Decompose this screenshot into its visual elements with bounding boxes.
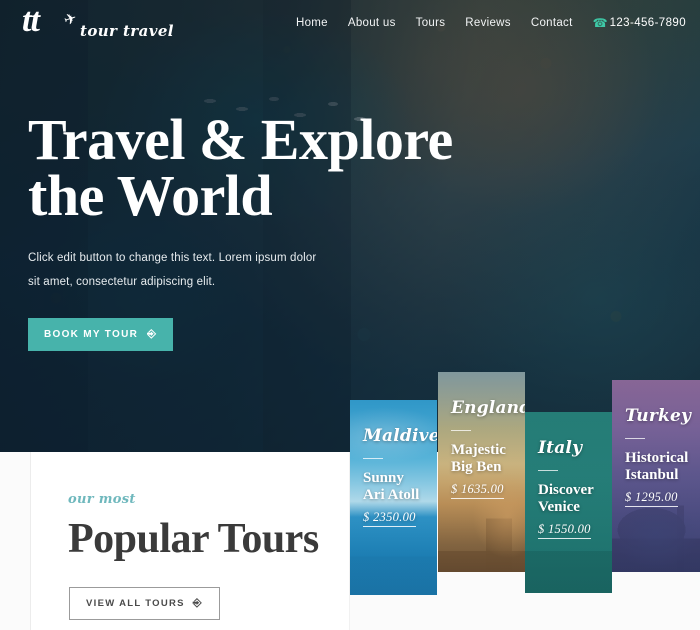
tour-card-divider (451, 430, 471, 431)
view-all-tours-label: VIEW ALL TOURS (86, 598, 185, 609)
arrow-circle-right-icon: ⎆ (147, 328, 158, 341)
hero-title: Travel & Explore the World (28, 107, 498, 228)
tour-card-name: Majestic Big Ben (451, 442, 506, 475)
phone-icon: ☎ (592, 16, 608, 30)
section-eyebrow: our most (68, 492, 136, 507)
tour-card-country: Italy (538, 438, 583, 458)
book-my-tour-button[interactable]: BOOK MY TOUR ⎆ (28, 318, 174, 352)
tour-card-turkey[interactable]: Turkey Historical Istanbul $ 1295.00 (612, 380, 700, 572)
tour-card-name: Discover Venice (538, 482, 594, 515)
tour-card-name: Sunny Ari Atoll (363, 470, 420, 503)
tour-card-divider (363, 458, 383, 459)
tour-card-italy[interactable]: Italy Discover Venice $ 1550.00 (525, 412, 612, 593)
tour-card-divider (538, 470, 558, 471)
nav-item-reviews[interactable]: Reviews (465, 17, 511, 29)
tour-card-country: Turkey (625, 406, 692, 426)
tour-card-country: Maldives (363, 426, 437, 446)
tour-card-price: $ 1550.00 (538, 522, 591, 539)
tour-card-price: $ 2350.00 (363, 510, 416, 527)
logo[interactable]: tt ✈ tour travel (22, 2, 174, 44)
tour-card-maldives[interactable]: Maldives Sunny Ari Atoll $ 2350.00 (350, 400, 437, 595)
hero-subtitle: Click edit button to change this text. L… (28, 252, 317, 288)
view-all-tours-button[interactable]: VIEW ALL TOURS ⎆ (69, 587, 220, 620)
section-title: Popular Tours (68, 516, 319, 562)
tour-card-divider (625, 438, 645, 439)
site-header: tt ✈ tour travel Home About us Tours Rev… (0, 0, 700, 50)
tour-card-england[interactable]: England Majestic Big Ben $ 1635.00 (438, 372, 525, 572)
phone-link[interactable]: ☎ 123-456-7890 (593, 17, 686, 29)
hero-content: Travel & Explore the World Click edit bu… (28, 107, 498, 352)
tour-card-price: $ 1635.00 (451, 482, 504, 499)
book-my-tour-label: BOOK MY TOUR (44, 329, 139, 341)
tour-card-body: Italy Discover Venice $ 1550.00 (538, 440, 602, 539)
hero-title-line-2: the World (28, 162, 273, 228)
tour-card-price: $ 1295.00 (625, 490, 678, 507)
logo-mark: tt (22, 2, 40, 39)
hero-title-line-1: Travel & Explore (28, 107, 453, 172)
logo-tagline: tour travel (80, 22, 174, 40)
tour-card-country: England (451, 398, 525, 418)
phone-number: 123-456-7890 (609, 17, 686, 29)
nav-item-home[interactable]: Home (296, 17, 328, 29)
nav-item-tours[interactable]: Tours (416, 17, 446, 29)
main-navigation: Home About us Tours Reviews Contact ☎ 12… (296, 17, 686, 29)
tour-card-body: Maldives Sunny Ari Atoll $ 2350.00 (363, 426, 437, 527)
nav-item-about-us[interactable]: About us (348, 17, 396, 29)
arrow-circle-right-icon: ⎆ (192, 597, 203, 609)
tour-card-body: England Majestic Big Ben $ 1635.00 (451, 398, 525, 499)
tour-card-name: Historical Istanbul (625, 450, 689, 483)
tour-card-body: Turkey Historical Istanbul $ 1295.00 (625, 406, 692, 507)
nav-item-contact[interactable]: Contact (531, 17, 573, 29)
landing-page: tt ✈ tour travel Home About us Tours Rev… (0, 0, 700, 630)
airplane-icon: ✈ (61, 9, 80, 30)
